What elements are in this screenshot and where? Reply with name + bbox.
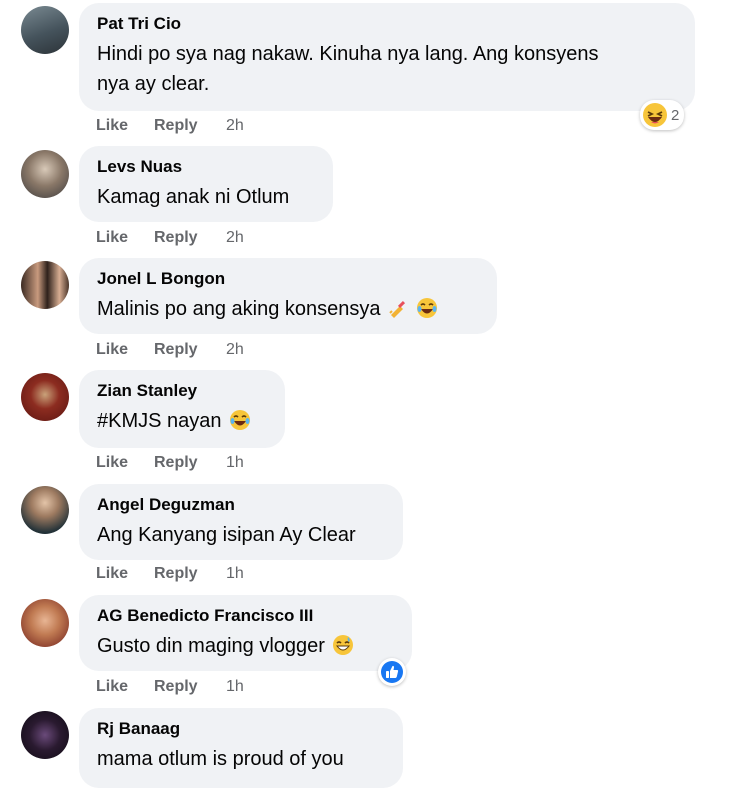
like-link[interactable]: Like: [96, 117, 154, 135]
comment-bubble: Jonel L Bongon Malinis po ang aking kons…: [79, 258, 497, 334]
reaction-badge[interactable]: [378, 658, 406, 686]
commenter-name[interactable]: Pat Tri Cio: [97, 13, 677, 35]
reply-link[interactable]: Reply: [154, 565, 226, 583]
nail-polish-emoji-icon: [389, 300, 406, 318]
timestamp[interactable]: 1h: [226, 678, 244, 696]
tears-of-joy-emoji-icon: [416, 298, 437, 318]
comment-bubble: Rj Banaag mama otlum is proud of you: [79, 708, 403, 788]
like-link[interactable]: Like: [96, 565, 154, 583]
timestamp[interactable]: 2h: [226, 117, 244, 135]
comment-actions: Like Reply 2h: [96, 229, 244, 247]
thumbs-up-icon: [381, 661, 403, 683]
comment-text: Ang Kanyang isipan Ay Clear: [97, 524, 356, 546]
commenter-name[interactable]: Levs Nuas: [97, 156, 315, 178]
comment-bubble: Pat Tri Cio Hindi po sya nag nakaw. Kinu…: [79, 3, 695, 111]
avatar[interactable]: [21, 711, 69, 759]
comment-text: #KMJS nayan: [97, 406, 267, 436]
avatar[interactable]: [21, 599, 69, 647]
comment-actions: Like Reply 2h: [96, 341, 244, 359]
avatar[interactable]: [21, 6, 69, 54]
like-link[interactable]: Like: [96, 229, 154, 247]
comment-text: Kamag anak ni Otlum: [97, 186, 290, 208]
comment-text-content: Malinis po ang aking konsensya: [97, 298, 381, 320]
reply-link[interactable]: Reply: [154, 678, 226, 696]
comment-actions: Like Reply 1h: [96, 678, 244, 696]
commenter-name[interactable]: Zian Stanley: [97, 380, 267, 402]
comment-text-content: #KMJS nayan: [97, 410, 222, 432]
comment-text: Hindi po sya nag nakaw. Kinuha nya lang.…: [97, 43, 599, 65]
comment-actions: Like Reply 1h: [96, 454, 244, 472]
comment-text: nya ay clear.: [97, 73, 210, 95]
comment-text-content: Gusto din maging vlogger: [97, 635, 325, 657]
like-link[interactable]: Like: [96, 454, 154, 472]
avatar[interactable]: [21, 373, 69, 421]
timestamp[interactable]: 1h: [226, 454, 244, 472]
comment-bubble: Angel Deguzman Ang Kanyang isipan Ay Cle…: [79, 484, 403, 560]
timestamp[interactable]: 2h: [226, 229, 244, 247]
timestamp[interactable]: 1h: [226, 565, 244, 583]
reply-link[interactable]: Reply: [154, 229, 226, 247]
reaction-count: 2: [671, 106, 680, 124]
reply-link[interactable]: Reply: [154, 454, 226, 472]
avatar[interactable]: [21, 150, 69, 198]
reply-link[interactable]: Reply: [154, 117, 226, 135]
comment-actions: Like Reply 2h: [96, 117, 244, 135]
reaction-badge[interactable]: 2: [640, 100, 685, 130]
avatar[interactable]: [21, 486, 69, 534]
comment-text: Malinis po ang aking konsensya: [97, 294, 479, 324]
grinning-sweat-emoji-icon: [333, 635, 354, 655]
comment-actions: Like Reply 1h: [96, 565, 244, 583]
timestamp[interactable]: 2h: [226, 341, 244, 359]
like-link[interactable]: Like: [96, 678, 154, 696]
comment-bubble: Zian Stanley #KMJS nayan: [79, 370, 285, 448]
comment-bubble: AG Benedicto Francisco III Gusto din mag…: [79, 595, 412, 671]
comment-text: Gusto din maging vlogger: [97, 631, 394, 661]
commenter-name[interactable]: Rj Banaag: [97, 718, 385, 740]
comment-text: mama otlum is proud of you: [97, 748, 344, 770]
commenter-name[interactable]: Angel Deguzman: [97, 494, 385, 516]
reply-link[interactable]: Reply: [154, 341, 226, 359]
like-link[interactable]: Like: [96, 341, 154, 359]
tears-of-joy-emoji-icon: [230, 410, 251, 430]
comment-bubble: Levs Nuas Kamag anak ni Otlum: [79, 146, 333, 222]
commenter-name[interactable]: AG Benedicto Francisco III: [97, 605, 394, 627]
commenter-name[interactable]: Jonel L Bongon: [97, 268, 479, 290]
laughing-emoji-icon: [643, 103, 667, 127]
avatar[interactable]: [21, 261, 69, 309]
